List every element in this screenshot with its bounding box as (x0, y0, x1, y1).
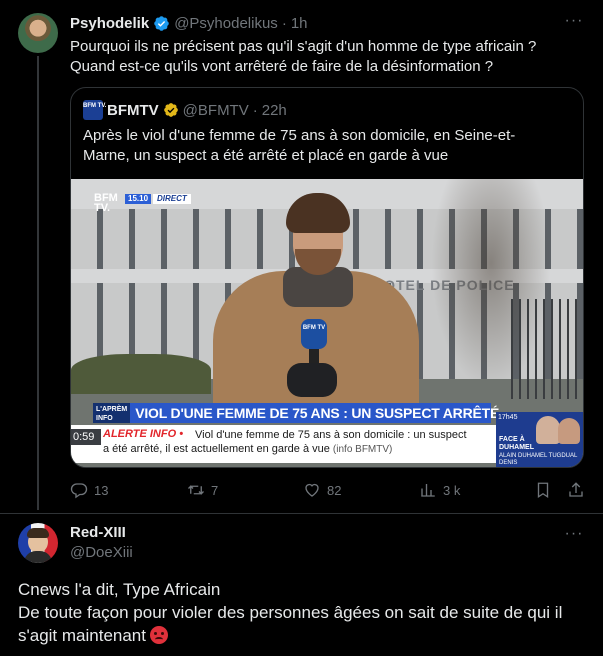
tweet-divider (0, 513, 603, 514)
news-ticker: 0:59 ALERTE INFO • Viol d'une femme de 7… (71, 425, 496, 463)
more-icon[interactable]: ··· (563, 525, 585, 547)
live-tag: DIRECT (153, 194, 191, 204)
heart-icon (305, 483, 319, 497)
avatar-red-xiii[interactable] (18, 523, 58, 563)
author-handle[interactable]: @Psyhodelikus (174, 15, 278, 32)
reply-icon (70, 483, 88, 499)
news-banner: L'APRÈM INFO VIOL D'UNE FEMME DE 75 ANS … (93, 403, 499, 423)
verified-gold-badge-icon (163, 103, 178, 117)
reply-text-line: s'agit maintenant (18, 624, 588, 647)
ticker-text: a été arrêté, il est actuellement en gar… (103, 443, 392, 455)
share-button[interactable] (567, 481, 585, 499)
avatar-hair (27, 528, 49, 538)
ticker-source: (info BFMTV) (332, 444, 393, 455)
tweet-text-line: Pourquoi ils ne précisent pas qu'il s'ag… (70, 38, 537, 55)
presenter-portrait (536, 416, 560, 444)
quoted-author-handle[interactable]: @BFMTV (183, 102, 249, 119)
ticker-text-part: a été arrêté, il est actuellement en gar… (103, 443, 330, 455)
bookmark-icon (537, 482, 549, 499)
quoted-tweet-time[interactable]: 22h (262, 102, 287, 119)
promo-time: 17h45 (498, 414, 518, 421)
bfmtv-avatar[interactable]: BFM TV. (83, 100, 106, 120)
presenter-portrait (558, 418, 580, 444)
views-icon (421, 484, 435, 497)
quoted-author-name[interactable]: BFMTV (107, 102, 159, 119)
reply-button[interactable]: 13 (70, 481, 108, 499)
retweet-button[interactable]: 7 (187, 481, 218, 499)
retweet-icon (188, 485, 204, 495)
view-count: 3 k (443, 482, 461, 498)
microphone-logo: BFM TV (301, 319, 327, 349)
ticker-text: Viol d'une femme de 75 ans à son domicil… (195, 429, 467, 441)
separator-dot: · (252, 101, 258, 119)
broadcast-clock: 15.10 (125, 194, 152, 204)
reply-tweet-text: Cnews l'a dit, Type Africain De toute fa… (18, 578, 588, 647)
tweet-original[interactable]: Psyhodelik @Psyhodelikus · 1h ··· Pourqu… (0, 0, 603, 513)
reply-author-handle[interactable]: @DoeXiii (70, 544, 133, 561)
author-name[interactable]: Psyhodelik (70, 15, 149, 32)
share-icon (569, 482, 583, 497)
like-button[interactable]: 82 (303, 481, 341, 499)
banner-headline: VIOL D'UNE FEMME DE 75 ANS : UN SUSPECT … (135, 405, 500, 421)
tweet-text: Pourquoi ils ne précisent pas qu'il s'ag… (70, 37, 585, 77)
separator-dot: · (281, 14, 287, 32)
alert-label: ALERTE INFO • (103, 428, 184, 440)
bush (71, 354, 211, 394)
views-button[interactable]: 3 k (419, 481, 460, 499)
fence (511, 299, 583, 399)
angry-face-emoji (150, 626, 168, 644)
quoted-tweet-header: BFM TV. BFMTV @BFMTV · 22h (83, 100, 287, 120)
reply-text-part: s'agit maintenant (18, 626, 146, 645)
program-promo: 17h45 FACE À DUHAMEL ALAIN DUHAMEL TUGDU… (496, 412, 583, 467)
tweet-text-line: Quand est-ce qu'ils vont arrêteré de fai… (70, 58, 494, 75)
quoted-tweet[interactable]: BFM TV. BFMTV @BFMTV · 22h Après le viol… (70, 87, 584, 468)
avatar-body (24, 551, 52, 563)
reply-text-line: De toute façon pour violer des personnes… (18, 603, 563, 622)
program-tag: L'APRÈM INFO (93, 403, 131, 423)
tweet-actions-bar: 13 7 82 3 k (70, 480, 585, 500)
quoted-tweet-text: Après le viol d'une femme de 75 ans à so… (83, 127, 516, 164)
promo-title: FACE À DUHAMEL (499, 436, 534, 451)
retweet-count: 7 (211, 482, 219, 498)
thread-connector-line (37, 56, 39, 510)
reply-text-line: Cnews l'a dit, Type Africain (18, 580, 221, 599)
reply-count: 13 (94, 482, 109, 498)
reporter-glove (287, 363, 337, 397)
video-timestamp: 0:59 (71, 429, 101, 445)
bookmark-button[interactable] (534, 481, 552, 499)
avatar-psyhodelik[interactable] (18, 13, 58, 53)
reply-author-name[interactable]: Red-XIII (70, 524, 126, 541)
quoted-tweet-video-still[interactable]: HOTEL DE POLICE BFM TV BFM TV. 15.10 DIR… (71, 179, 583, 467)
verified-badge-icon (154, 15, 169, 31)
like-count: 82 (327, 482, 342, 498)
channel-logo: BFM TV. (94, 192, 118, 214)
tweet-header: Psyhodelik @Psyhodelikus · 1h (70, 14, 308, 32)
promo-names: ALAIN DUHAMEL TUGDUAL DENIS (499, 453, 578, 466)
more-icon[interactable]: ··· (563, 12, 585, 34)
tweet-time[interactable]: 1h (291, 15, 308, 32)
